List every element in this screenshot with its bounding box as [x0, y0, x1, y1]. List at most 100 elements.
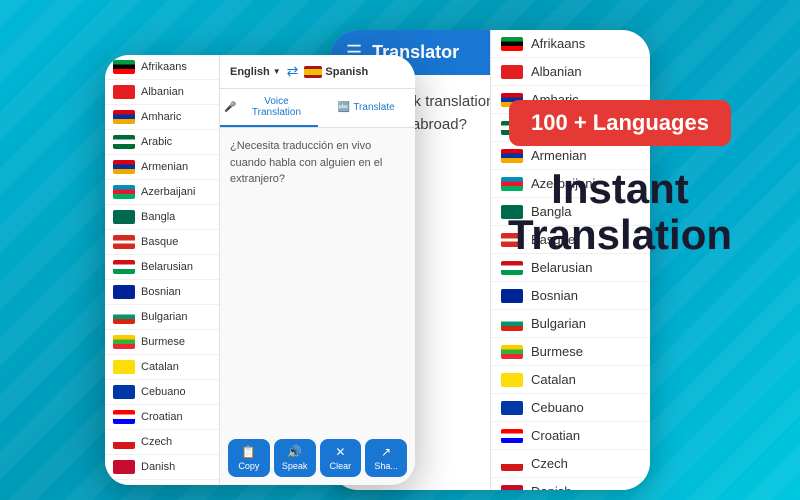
sidebar-language-item[interactable]: Catalan: [105, 355, 219, 380]
hero-text: Instant Translation: [480, 166, 760, 258]
sidebar-language-item[interactable]: Czech: [105, 430, 219, 455]
translate-icon: 🔤: [338, 102, 350, 113]
sidebar-language-item[interactable]: Albanian: [105, 80, 219, 105]
language-flag: [501, 457, 523, 471]
text-translation-tab[interactable]: 🔤 Translate: [318, 89, 416, 127]
sidebar-language-item[interactable]: Basque: [105, 230, 219, 255]
sidebar-language-flag: [113, 110, 135, 124]
sidebar-language-flag: [113, 310, 135, 324]
translation-output: ¿Necesita traducción en vivo cuando habl…: [220, 128, 415, 198]
target-lang-selector[interactable]: Spanish: [304, 66, 368, 78]
language-flag: [501, 485, 523, 491]
speak-icon: 🔊: [287, 445, 302, 459]
language-name: Belarusian: [531, 260, 592, 275]
clear-icon: ✕: [335, 445, 345, 459]
speak-button[interactable]: 🔊 Speak: [274, 439, 316, 477]
sidebar-language-name: Catalan: [141, 361, 179, 373]
share-label: Sha...: [374, 461, 398, 471]
sidebar-language-name: Bosnian: [141, 286, 181, 298]
language-name: Danish: [531, 484, 571, 490]
clear-button[interactable]: ✕ Clear: [320, 439, 362, 477]
sidebar-language-item[interactable]: Burmese: [105, 330, 219, 355]
source-lang-selector[interactable]: English ▼: [230, 66, 281, 78]
language-list-item[interactable]: Afrikaans: [491, 30, 650, 58]
sidebar-language-item[interactable]: Bangla: [105, 205, 219, 230]
sidebar-language-name: Czech: [141, 436, 172, 448]
language-list-item[interactable]: Czech: [491, 450, 650, 478]
sidebar-language-item[interactable]: Azerbaijani: [105, 180, 219, 205]
language-list-item[interactable]: Albanian: [491, 58, 650, 86]
copy-icon: 📋: [241, 445, 256, 459]
sidebar-language-item[interactable]: Belarusian: [105, 255, 219, 280]
sidebar-language-name: Albanian: [141, 86, 184, 98]
sidebar-language-name: Belarusian: [141, 261, 193, 273]
language-flag: [501, 401, 523, 415]
sidebar-language-item[interactable]: Cebuano: [105, 380, 219, 405]
swap-icon[interactable]: ⇄: [287, 63, 299, 80]
language-list: AfrikaansAlbanianAmharicArabicArmenianAz…: [491, 30, 650, 490]
sidebar-language-item[interactable]: Bosnian: [105, 280, 219, 305]
languages-badge: 100 + Languages: [509, 100, 731, 146]
target-lang-label: Spanish: [325, 66, 368, 78]
sidebar-language-name: Danish: [141, 461, 175, 473]
sidebar-language-name: Basque: [141, 236, 178, 248]
language-name: Bosnian: [531, 288, 578, 303]
sidebar-language-name: Bulgarian: [141, 311, 187, 323]
sidebar-language-item[interactable]: Arabic: [105, 130, 219, 155]
language-list-item[interactable]: Cebuano: [491, 394, 650, 422]
language-flag: [501, 429, 523, 443]
copy-button[interactable]: 📋 Copy: [228, 439, 270, 477]
share-icon: ↗: [381, 445, 391, 459]
sidebar-language-flag: [113, 210, 135, 224]
sidebar-language-item[interactable]: Amharic: [105, 105, 219, 130]
language-name: Afrikaans: [531, 36, 585, 51]
speak-label: Speak: [282, 461, 308, 471]
sidebar-language-flag: [113, 185, 135, 199]
sidebar-language-name: Cebuano: [141, 386, 186, 398]
right-panel: 100 + Languages Instant Translation: [480, 100, 760, 258]
voice-translation-tab[interactable]: 🎤 Voice Translation: [220, 89, 318, 127]
front-language-list: Afrikaans Albanian AmharicArabicArmenian Az…: [105, 55, 219, 485]
copy-label: Copy: [238, 461, 259, 471]
language-list-item[interactable]: Bulgarian: [491, 310, 650, 338]
sidebar-language-item[interactable]: Afrikaans: [105, 55, 219, 80]
language-flag: [501, 37, 523, 51]
sidebar-language-item[interactable]: Armenian: [105, 155, 219, 180]
sidebar-language-item[interactable]: Danish: [105, 455, 219, 480]
language-list-item[interactable]: Bosnian: [491, 282, 650, 310]
sidebar-language-flag: [113, 285, 135, 299]
language-list-item[interactable]: Croatian: [491, 422, 650, 450]
language-name: Croatian: [531, 428, 580, 443]
sidebar-language-item[interactable]: Bulgarian: [105, 305, 219, 330]
text-tab-label: Translate: [353, 102, 394, 113]
translated-text: ¿Necesita traducción en vivo cuando habl…: [230, 140, 382, 185]
language-name: Burmese: [531, 344, 583, 359]
sidebar-language-flag: [113, 385, 135, 399]
language-list-item[interactable]: Catalan: [491, 366, 650, 394]
language-list-item[interactable]: Burmese: [491, 338, 650, 366]
language-name: Cebuano: [531, 400, 584, 415]
front-lang-sidebar: Afrikaans Albanian AmharicArabicArmenian Az…: [105, 55, 220, 485]
language-name: Bulgarian: [531, 316, 586, 331]
language-name: Catalan: [531, 372, 576, 387]
voice-tab-label: Voice Translation: [239, 96, 313, 118]
share-button[interactable]: ↗ Sha...: [365, 439, 407, 477]
sidebar-language-name: Azerbaijani: [141, 186, 195, 198]
language-flag: [501, 65, 523, 79]
sidebar-language-flag: [113, 260, 135, 274]
source-lang-label: English: [230, 66, 270, 78]
sidebar-language-flag: [113, 335, 135, 349]
sidebar-language-name: Burmese: [141, 336, 185, 348]
mic-icon: 🎤: [224, 102, 236, 113]
sidebar-language-item[interactable]: Croatian: [105, 405, 219, 430]
front-phone: Afrikaans Albanian AmharicArabicArmenian Az…: [105, 55, 415, 485]
sidebar-language-item[interactable]: Dutch: [105, 480, 219, 485]
language-dropdown: AfrikaansAlbanianAmharicArabicArmenianAz…: [490, 30, 650, 490]
language-flag: [501, 261, 523, 275]
language-bar: English ▼ ⇄ Spanish: [220, 55, 415, 89]
language-name: Albanian: [531, 64, 582, 79]
sidebar-language-flag: [113, 410, 135, 424]
sidebar-language-flag: [113, 435, 135, 449]
hero-line2: Translation: [508, 211, 732, 258]
language-list-item[interactable]: Danish: [491, 478, 650, 490]
